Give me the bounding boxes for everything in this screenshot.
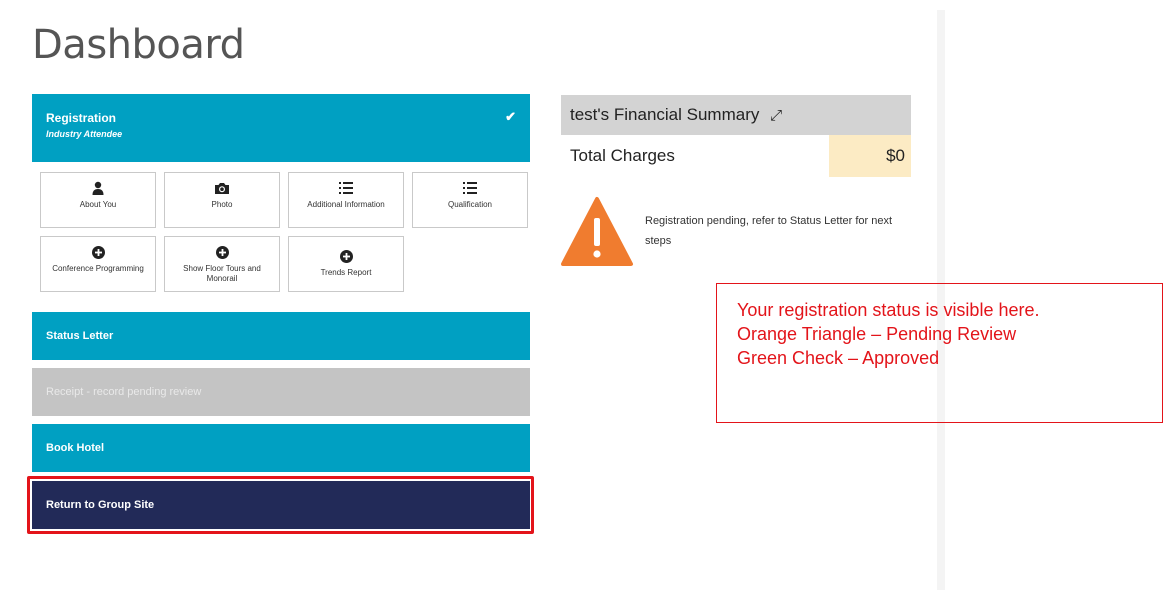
list-icon [413, 180, 527, 200]
plus-circle-icon [289, 248, 403, 268]
tile-conference-programming[interactable]: Conference Programming [40, 236, 156, 292]
tile-about-you[interactable]: About You [40, 172, 156, 228]
tile-trends-report[interactable]: Trends Report [288, 236, 404, 292]
callout-line: Your registration status is visible here… [737, 300, 1040, 320]
financial-summary-header: test's Financial Summary ⤢ [561, 95, 911, 135]
tile-label: Trends Report [320, 268, 372, 277]
registration-subtitle: Industry Attendee [46, 129, 123, 139]
receipt-bar: Receipt - record pending review [32, 368, 530, 416]
list-icon [289, 180, 403, 200]
tile-label: Additional Information [307, 200, 385, 209]
page-title: Dashboard [32, 22, 245, 68]
registration-title: Registration [46, 111, 117, 125]
status-letter-button[interactable]: Status Letter [32, 312, 530, 360]
total-charges-label: Total Charges [570, 146, 675, 165]
checkmark-icon: ✔ [505, 109, 516, 124]
tile-additional-information[interactable]: Additional Information [288, 172, 404, 228]
total-charges-value: $0 [829, 135, 911, 177]
book-hotel-button[interactable]: Book Hotel [32, 424, 530, 472]
financial-summary-title: test's Financial Summary [570, 105, 760, 124]
annotation-callout: Your registration status is visible here… [716, 283, 1163, 423]
tile-photo[interactable]: Photo [164, 172, 280, 228]
expand-icon[interactable]: ⤢ [770, 107, 782, 124]
plus-circle-icon [41, 244, 155, 264]
tile-label: Conference Programming [52, 264, 144, 273]
warning-triangle-icon [560, 196, 634, 273]
tile-qualification[interactable]: Qualification [412, 172, 528, 228]
tile-show-floor-tours[interactable]: Show Floor Tours and Monorail [164, 236, 280, 292]
tile-label: Photo [211, 200, 233, 209]
plus-circle-icon [165, 244, 279, 264]
tile-label: Show Floor Tours and Monorail [183, 264, 261, 283]
person-icon [41, 180, 155, 200]
total-charges-row: Total Charges $0 [561, 135, 911, 177]
registration-pending-text: Registration pending, refer to Status Le… [645, 215, 893, 247]
tile-label: Qualification [447, 200, 493, 209]
callout-line: Orange Triangle – Pending Review [737, 324, 1017, 344]
callout-line: Green Check – Approved [737, 348, 940, 368]
annotation-highlight-box [27, 476, 534, 534]
camera-icon [165, 180, 279, 200]
registration-header[interactable]: Registration Industry Attendee ✔ [32, 94, 530, 162]
tile-label: About You [79, 200, 117, 209]
